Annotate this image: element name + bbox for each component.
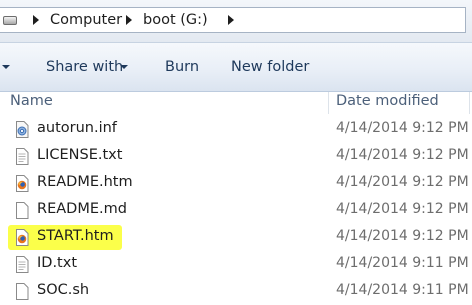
- chevron-right-icon[interactable]: [126, 15, 132, 25]
- file-row-license[interactable]: LICENSE.txt 4/14/2014 9:12 PM: [0, 143, 472, 170]
- firefox-html-icon: [16, 229, 29, 246]
- address-bar: Computer boot (G:): [0, 0, 472, 42]
- file-row-readme-htm[interactable]: README.htm 4/14/2014 9:12 PM: [0, 170, 472, 197]
- breadcrumb-boot-drive[interactable]: boot (G:): [143, 12, 208, 28]
- text-file-icon: [16, 256, 29, 273]
- file-list: autorun.inf 4/14/2014 9:12 PM LICENSE.tx…: [0, 116, 472, 305]
- file-name: START.htm: [37, 228, 114, 244]
- file-date: 4/14/2014 9:12 PM: [336, 147, 469, 163]
- new-folder-button[interactable]: New folder: [231, 59, 309, 75]
- file-row-soc[interactable]: SOC.sh 4/14/2014 9:11 PM: [0, 278, 472, 305]
- file-date: 4/14/2014 9:12 PM: [336, 228, 469, 244]
- chevron-right-icon[interactable]: [228, 15, 234, 25]
- file-date: 4/14/2014 9:11 PM: [336, 255, 469, 271]
- text-file-icon: [16, 148, 29, 165]
- file-name: LICENSE.txt: [37, 147, 123, 163]
- file-name: ID.txt: [37, 255, 78, 271]
- file-row-readme-md[interactable]: README.md 4/14/2014 9:12 PM: [0, 197, 472, 224]
- firefox-html-icon: [16, 175, 29, 192]
- file-row-id[interactable]: ID.txt 4/14/2014 9:11 PM: [0, 251, 472, 278]
- file-date: 4/14/2014 9:12 PM: [336, 174, 469, 190]
- text-file-icon: [16, 283, 29, 300]
- file-date: 4/14/2014 9:12 PM: [336, 201, 469, 217]
- command-bar: Share with Burn New folder: [0, 42, 472, 92]
- text-file-icon: [16, 202, 29, 219]
- column-divider[interactable]: [469, 92, 470, 114]
- column-header-name[interactable]: Name: [10, 93, 53, 109]
- column-header-date-modified[interactable]: Date modified: [336, 93, 439, 109]
- file-name: autorun.inf: [37, 120, 117, 136]
- share-with-button[interactable]: Share with: [46, 59, 123, 75]
- column-header-bar: Name Date modified: [0, 92, 472, 116]
- file-name: README.htm: [37, 174, 133, 190]
- file-name: README.md: [37, 201, 127, 217]
- settings-file-icon: [16, 121, 29, 138]
- file-date: 4/14/2014 9:11 PM: [336, 282, 469, 298]
- file-row-start[interactable]: START.htm 4/14/2014 9:12 PM: [0, 224, 472, 251]
- file-row-autorun[interactable]: autorun.inf 4/14/2014 9:12 PM: [0, 116, 472, 143]
- column-divider[interactable]: [328, 92, 329, 114]
- organize-dropdown-icon[interactable]: [2, 65, 10, 69]
- breadcrumb[interactable]: Computer boot (G:): [0, 7, 466, 33]
- chevron-right-icon[interactable]: [33, 15, 39, 25]
- drive-icon: [3, 16, 17, 25]
- file-name: SOC.sh: [37, 282, 90, 298]
- burn-button[interactable]: Burn: [165, 59, 199, 75]
- breadcrumb-computer[interactable]: Computer: [50, 12, 122, 28]
- chevron-down-icon[interactable]: [120, 65, 128, 69]
- file-date: 4/14/2014 9:12 PM: [336, 120, 469, 136]
